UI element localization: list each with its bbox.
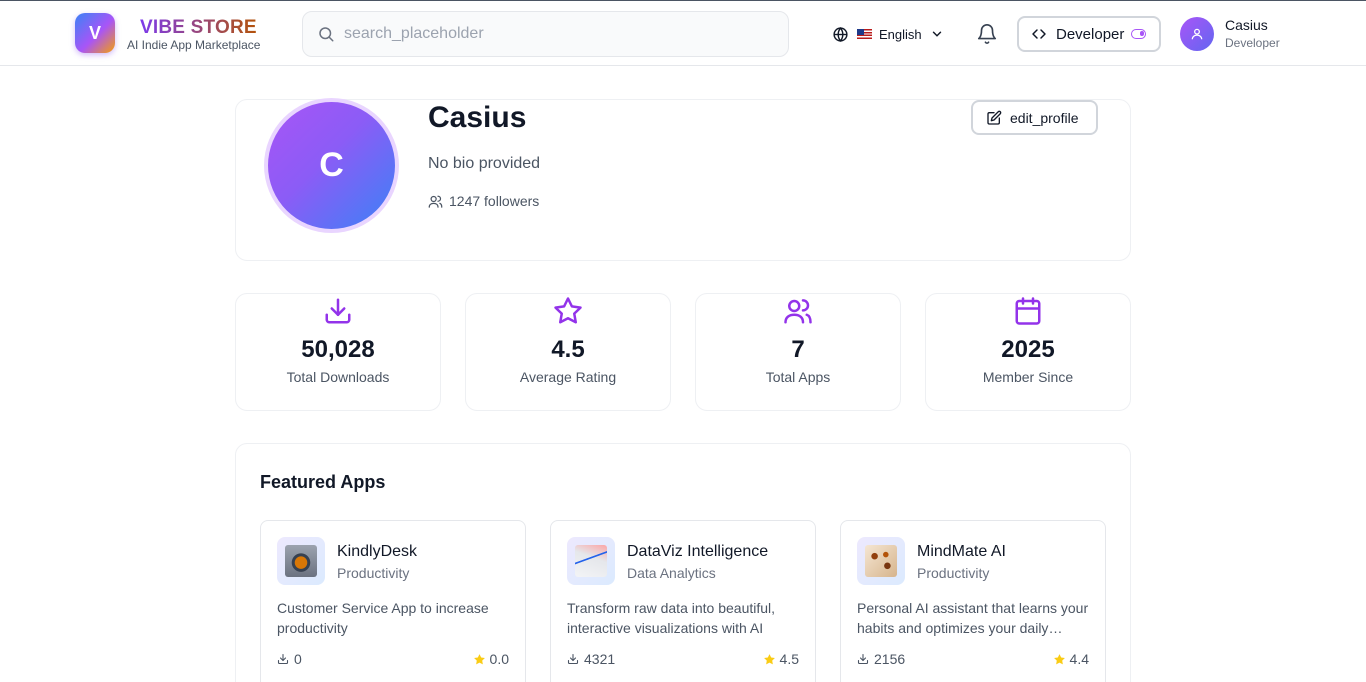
us-flag-icon — [857, 29, 872, 39]
rating-value: 4.4 — [1069, 651, 1089, 667]
brand-tagline: AI Indie App Marketplace — [127, 38, 261, 52]
search-icon — [319, 27, 334, 42]
stat-card-downloads: 50,028 Total Downloads — [235, 293, 441, 411]
brand-name[interactable]: VIBE STORE — [140, 17, 257, 39]
download-icon — [277, 653, 289, 665]
developer-label: Developer — [1056, 25, 1125, 43]
stat-label: Total Downloads — [286, 369, 390, 385]
logo-icon[interactable]: V — [75, 13, 115, 53]
code-icon — [1032, 29, 1046, 39]
stat-label: Member Since — [982, 369, 1074, 385]
app-thumbnail — [857, 537, 905, 585]
user-name[interactable]: Casius — [1225, 17, 1268, 33]
app-description: Transform raw data into beautiful, inter… — [567, 600, 776, 636]
user-avatar[interactable] — [1180, 17, 1214, 51]
bell-icon[interactable] — [976, 23, 998, 45]
app-description: Personal AI assistant that learns your h… — [857, 600, 1089, 636]
app-thumbnail — [567, 537, 615, 585]
app-card-kindlydesk[interactable]: KindlyDesk Productivity Customer Service… — [260, 520, 526, 682]
search-bar[interactable] — [302, 11, 789, 57]
app-name[interactable]: MindMate AI — [917, 543, 1006, 561]
star-filled-icon — [1053, 653, 1065, 664]
edit-icon — [987, 110, 1002, 125]
downloads-count: 0 — [294, 651, 302, 667]
profile-bio: No bio provided — [428, 155, 541, 172]
download-icon — [567, 653, 579, 665]
users-icon — [428, 195, 443, 208]
stat-value: 2025 — [1001, 336, 1055, 363]
stat-value: 4.5 — [551, 336, 585, 363]
calendar-icon — [1015, 297, 1041, 325]
user-icon — [1191, 28, 1203, 40]
search-input[interactable] — [344, 25, 764, 43]
stat-value: 50,028 — [301, 336, 375, 363]
downloads-count: 4321 — [584, 651, 616, 667]
followers-label: 1247 followers — [449, 193, 540, 209]
app-downloads: 4321 — [567, 651, 615, 667]
downloads-count: 2156 — [874, 651, 906, 667]
app-card-dataviz-intelligence[interactable]: DataViz Intelligence Data Analytics Tran… — [550, 520, 816, 682]
profile-initial: C — [319, 146, 344, 184]
app-name[interactable]: KindlyDesk — [337, 543, 417, 561]
logo-letter: V — [88, 22, 101, 43]
profile-name: Casius — [428, 101, 527, 134]
stat-card-rating: 4.5 Average Rating — [465, 293, 671, 411]
app-downloads: 0 — [277, 651, 302, 667]
stat-label: Total Apps — [765, 369, 831, 385]
developer-mode-button[interactable]: Developer — [1017, 16, 1161, 52]
star-filled-icon — [763, 653, 775, 664]
app-card-mindmate-ai[interactable]: MindMate AI Productivity Personal AI ass… — [840, 520, 1106, 682]
download-icon — [325, 298, 351, 324]
followers-count: 1247 followers — [428, 193, 539, 209]
users-icon — [784, 299, 812, 324]
globe-icon — [833, 26, 848, 42]
app-downloads: 2156 — [857, 651, 905, 667]
profile-avatar: C — [264, 98, 399, 233]
app-category: Productivity — [337, 565, 410, 581]
app-rating: 0.0 — [473, 651, 509, 667]
download-icon — [857, 653, 869, 665]
language-selector[interactable]: English — [832, 23, 944, 45]
edit-profile-button[interactable]: edit_profile — [971, 100, 1098, 135]
top-header: V VIBE STORE AI Indie App Marketplace En… — [0, 1, 1366, 66]
star-icon — [554, 297, 582, 324]
star-filled-icon — [473, 653, 485, 664]
app-category: Data Analytics — [627, 565, 716, 581]
stat-label: Average Rating — [519, 369, 617, 385]
app-category: Productivity — [917, 565, 990, 581]
app-rating: 4.4 — [1053, 651, 1089, 667]
app-thumbnail — [277, 537, 325, 585]
app-rating: 4.5 — [763, 651, 799, 667]
edit-profile-label: edit_profile — [1010, 109, 1079, 126]
chevron-down-icon — [932, 31, 941, 37]
app-name[interactable]: DataViz Intelligence — [627, 543, 768, 561]
language-label: English — [879, 26, 922, 42]
stat-card-apps: 7 Total Apps — [695, 293, 901, 411]
featured-apps-title: Featured Apps — [260, 472, 386, 492]
toggle-icon — [1131, 29, 1146, 39]
rating-value: 4.5 — [779, 651, 799, 667]
stat-value: 7 — [791, 336, 805, 363]
stat-card-member-since: 2025 Member Since — [925, 293, 1131, 411]
app-description: Customer Service App to increase product… — [277, 600, 489, 636]
user-role: Developer — [1225, 36, 1280, 50]
rating-value: 0.0 — [489, 651, 509, 667]
